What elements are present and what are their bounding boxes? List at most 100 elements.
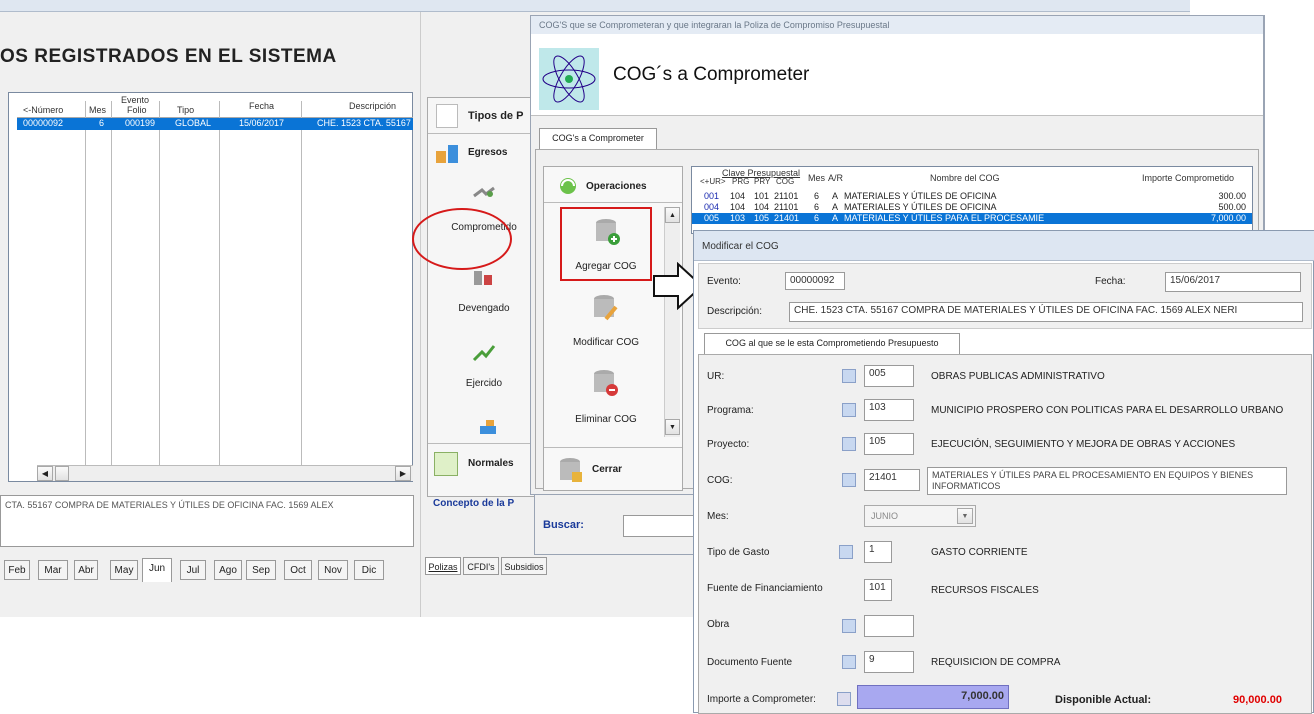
evento-label: Evento: (707, 276, 741, 287)
cog-table-row-1[interactable]: 001 104 101 21101 6 A MATERIALES Y ÚTILE… (692, 191, 1252, 202)
tab-feb[interactable]: Feb (4, 560, 30, 580)
tab-jul[interactable]: Jul (180, 560, 206, 580)
agregar-cog-button[interactable]: Agregar COG (560, 207, 652, 281)
col-numero[interactable]: <-Número (23, 105, 63, 115)
search-input[interactable] (623, 515, 695, 537)
tab-subsidios[interactable]: Subsidios (501, 557, 547, 575)
importe-field[interactable]: 7,000.00 (857, 685, 1009, 709)
cog-cell: A (832, 202, 839, 212)
eliminar-cog-label: Eliminar COG (575, 414, 637, 425)
eliminar-cog-button[interactable]: Eliminar COG (560, 362, 652, 432)
tab-cogs-a-comprometer[interactable]: COG's a Comprometer (539, 128, 657, 150)
documento-description: REQUISICION DE COMPRA (931, 657, 1061, 668)
col-descripcion[interactable]: Descripción (349, 101, 396, 111)
mes-select[interactable]: JUNIO ▼ (864, 505, 976, 527)
proyecto-field[interactable]: 105 (864, 433, 914, 455)
cog-col-pry[interactable]: PRY (754, 177, 770, 186)
tab-nov[interactable]: Nov (318, 560, 348, 580)
ops-scroll-down[interactable]: ▼ (665, 419, 680, 435)
cog-col-importe[interactable]: Importe Comprometido (1142, 173, 1234, 183)
proyecto-label: Proyecto: (707, 439, 750, 450)
cog-col-nombre[interactable]: Nombre del COG (930, 173, 1000, 183)
scroll-right-button[interactable]: ▶ (395, 466, 411, 481)
programa-field[interactable]: 103 (864, 399, 914, 421)
menu-item-tipos[interactable]: Tipos de P (428, 98, 540, 134)
programa-lookup-icon[interactable] (842, 403, 856, 417)
tab-dic[interactable]: Dic (354, 560, 384, 580)
disponible-label: Disponible Actual: (1055, 694, 1152, 706)
cog-col-ar[interactable]: A/R (828, 173, 843, 183)
refresh-icon (556, 175, 580, 197)
tipo-gasto-field[interactable]: 1 (864, 541, 892, 563)
cog-cell: 104 (730, 191, 746, 201)
fecha-field[interactable]: 15/06/2017 (1165, 272, 1301, 292)
tab-cog-presupuesto[interactable]: COG al que se le esta Comprometiendo Pre… (704, 333, 960, 355)
importe-edit-icon[interactable] (837, 692, 851, 706)
tipo-gasto-lookup-icon[interactable] (839, 545, 853, 559)
tab-sep[interactable]: Sep (246, 560, 276, 580)
events-table: Evento <-Número Mes Folio Tipo Fecha Des… (8, 92, 413, 482)
col-folio[interactable]: Folio (127, 105, 147, 115)
obra-field[interactable] (864, 615, 914, 637)
tab-polizas[interactable]: Polizas (425, 557, 461, 575)
modify-header-panel: Evento: 00000092 Fecha: 15/06/2017 Descr… (698, 263, 1312, 329)
description-text: CTA. 55167 COMPRA DE MATERIALES Y ÚTILES… (5, 500, 334, 510)
descripcion-field[interactable]: CHE. 1523 CTA. 55167 COMPRA DE MATERIALE… (789, 302, 1303, 322)
menu-item-normales[interactable]: Normales (428, 443, 540, 483)
menu-item-egresos[interactable]: Egresos (428, 135, 540, 171)
tab-ago[interactable]: Ago (214, 560, 242, 580)
modificar-cog-label: Modificar COG (572, 337, 640, 348)
ejercido-button[interactable]: Ejercido (428, 338, 540, 408)
devengado-button[interactable]: Devengado (428, 263, 540, 333)
modify-titlebar: Modificar el COG (694, 231, 1314, 261)
agregar-cog-label: Agregar COG (575, 261, 637, 272)
col-tipo[interactable]: Tipo (177, 105, 194, 115)
cog-col-ur[interactable]: <+UR> (700, 177, 726, 186)
cog-col-prg[interactable]: PRG (732, 177, 749, 186)
db-edit-icon (592, 293, 618, 323)
modificar-cog-button[interactable]: Modificar COG (560, 287, 652, 357)
col-fecha[interactable]: Fecha (249, 101, 274, 111)
cog-field[interactable]: 21401 (864, 469, 920, 491)
ur-lookup-icon[interactable] (842, 369, 856, 383)
modify-cog-window: Modificar el COG Evento: 00000092 Fecha:… (693, 230, 1314, 714)
ops-vscrollbar[interactable]: ▲ ▼ (664, 207, 680, 437)
table-row[interactable]: 00000092 6 000199 GLOBAL 15/06/2017 CHE.… (17, 118, 413, 130)
tab-oct[interactable]: Oct (284, 560, 312, 580)
fuente-field[interactable]: 101 (864, 579, 892, 601)
cog-col-cog[interactable]: COG (776, 177, 794, 186)
cog-description: MATERIALES Y ÚTILES PARA EL PROCESAMIENT… (932, 470, 1254, 491)
document-icon (436, 104, 458, 128)
tab-abr[interactable]: Abr (74, 560, 98, 580)
evento-field[interactable]: 00000092 (785, 272, 845, 290)
documento-field[interactable]: 9 (864, 651, 914, 673)
documento-lookup-icon[interactable] (842, 655, 856, 669)
chevron-down-icon[interactable]: ▼ (957, 508, 973, 524)
ops-scroll-up[interactable]: ▲ (665, 207, 680, 223)
cerrar-button[interactable]: Cerrar (544, 447, 682, 491)
proyecto-lookup-icon[interactable] (842, 437, 856, 451)
cog-cell: 500.00 (1218, 202, 1246, 212)
cog-lookup-icon[interactable] (842, 473, 856, 487)
middle-panel: Tipos de P Egresos Comprometido Devengad (412, 12, 547, 617)
cog-table-row-3[interactable]: 005 103 105 21401 6 A MATERIALES Y ÚTILE… (692, 213, 1252, 224)
obra-lookup-icon[interactable] (842, 619, 856, 633)
cog-cell: MATERIALES Y ÚTILES PARA EL PROCESAMIE (844, 213, 1045, 223)
tab-may[interactable]: May (110, 560, 138, 580)
tab-cfdis[interactable]: CFDI's (463, 557, 499, 575)
col-mes[interactable]: Mes (89, 105, 106, 115)
tab-mar[interactable]: Mar (38, 560, 68, 580)
table-hscrollbar[interactable]: ◀ ▶ (37, 465, 413, 481)
ur-description: OBRAS PUBLICAS ADMINISTRATIVO (931, 371, 1105, 382)
scroll-left-button[interactable]: ◀ (37, 466, 53, 481)
scroll-thumb[interactable] (55, 466, 69, 481)
mes-value: JUNIO (871, 511, 898, 521)
vline-1 (85, 101, 86, 471)
tab-jun[interactable]: Jun (142, 558, 172, 582)
vline-3 (159, 101, 160, 471)
modify-title: Modificar el COG (702, 241, 779, 252)
vline-2 (111, 101, 112, 471)
cog-table-row-2[interactable]: 004 104 104 21101 6 A MATERIALES Y ÚTILE… (692, 202, 1252, 213)
cog-col-mes[interactable]: Mes (808, 173, 825, 183)
ur-field[interactable]: 005 (864, 365, 914, 387)
